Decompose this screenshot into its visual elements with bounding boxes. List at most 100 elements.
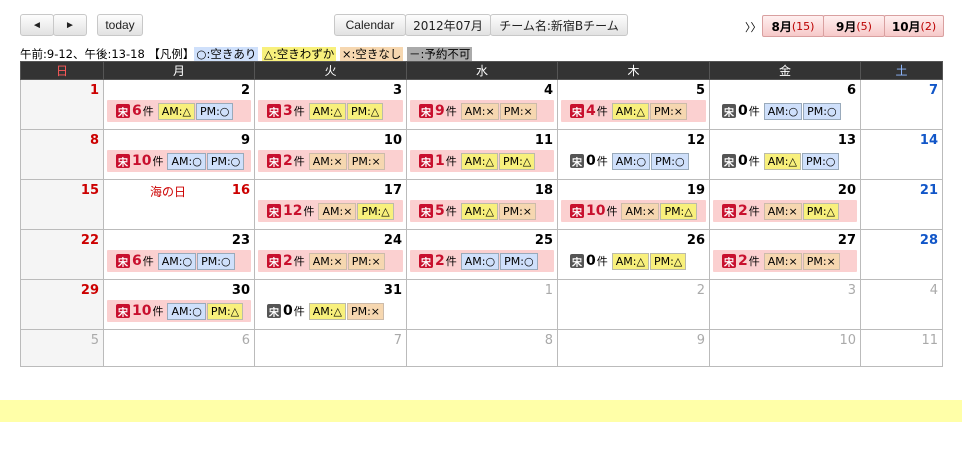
day-cell[interactable]: 31 宋 0 件 AM:△ PM:× (254, 279, 407, 330)
month-button-oct[interactable]: 10月 (2) (884, 15, 944, 37)
reservation-entry[interactable]: 宋 0 件 AM:△ PM:× (258, 300, 403, 322)
pm-status: PM:○ (197, 252, 235, 270)
reservation-icon: 宋 (267, 204, 281, 219)
day-cell[interactable]: 29 (20, 279, 104, 330)
day-cell[interactable]: 1 (20, 79, 104, 130)
pm-status: PM:× (346, 302, 385, 320)
day-cell[interactable]: 4 (860, 279, 943, 330)
pm-label: PM: (502, 204, 523, 218)
reservation-entry[interactable]: 宋 10 件 AM:× PM:△ (561, 200, 706, 222)
count-unit: 件 (293, 105, 305, 118)
day-cell[interactable]: 15 (20, 179, 104, 230)
day-cell[interactable]: 30 宋 10 件 AM:○ PM:△ (103, 279, 255, 330)
day-number: 6 (846, 83, 856, 98)
month-button-aug[interactable]: 8月 (15) (762, 15, 824, 37)
day-number: 10 (839, 333, 856, 348)
prev-month-button[interactable]: ◄ (20, 14, 54, 36)
day-cell[interactable]: 8 (20, 129, 104, 180)
day-cell[interactable]: 7 (860, 79, 943, 130)
day-cell[interactable]: 5 宋 4 件 AM:△ PM:× (557, 79, 710, 130)
reservation-entry[interactable]: 宋 5 件 AM:△ PM:× (410, 200, 554, 222)
reservation-entry[interactable]: 宋 4 件 AM:△ PM:× (561, 100, 706, 122)
am-status: AM:△ (460, 202, 498, 220)
day-cell[interactable]: 28 (860, 229, 943, 280)
pm-label: PM: (210, 154, 231, 168)
reservation-entry[interactable]: 宋 2 件 AM:× PM:△ (713, 200, 857, 222)
day-cell[interactable]: 18 宋 5 件 AM:△ PM:× (406, 179, 558, 230)
day-cell[interactable]: 6 (103, 329, 255, 367)
reservation-entry[interactable]: 宋 9 件 AM:× PM:× (410, 100, 554, 122)
day-cell[interactable]: 22 (20, 229, 104, 280)
reservation-entry[interactable]: 宋 2 件 AM:○ PM:○ (410, 250, 554, 272)
reservation-entry[interactable]: 宋 2 件 AM:× PM:× (258, 250, 403, 272)
day-cell[interactable]: 10 宋 2 件 AM:× PM:× (254, 129, 407, 180)
day-cell[interactable]: 26 宋 0 件 AM:△ PM:△ (557, 229, 710, 280)
reservation-entry[interactable]: 宋 10 件 AM:○ PM:○ (107, 150, 251, 172)
am-status: AM:△ (611, 252, 649, 270)
weekday-header: 火 (254, 61, 407, 80)
reservation-count: 0 (586, 153, 596, 169)
reservation-entry[interactable]: 宋 3 件 AM:△ PM:△ (258, 100, 403, 122)
day-cell[interactable]: 13 宋 0 件 AM:△ PM:○ (709, 129, 861, 180)
reservation-icon: 宋 (722, 204, 736, 219)
day-cell[interactable]: 11 宋 1 件 AM:△ PM:△ (406, 129, 558, 180)
reservation-entry[interactable]: 宋 1 件 AM:△ PM:△ (410, 150, 554, 172)
reservation-icon: 宋 (570, 154, 584, 169)
day-cell[interactable]: 3 宋 3 件 AM:△ PM:△ (254, 79, 407, 130)
am-label: AM: (322, 204, 344, 218)
day-cell[interactable]: 5 (20, 329, 104, 367)
reservation-entry[interactable]: 宋 0 件 AM:○ PM:○ (561, 150, 706, 172)
reservation-count: 12 (283, 203, 303, 219)
reservation-entry[interactable]: 宋 6 件 AM:○ PM:○ (107, 250, 251, 272)
day-cell[interactable]: 11 (860, 329, 943, 367)
reservation-icon: 宋 (267, 154, 281, 169)
reservation-entry[interactable]: 宋 6 件 AM:△ PM:○ (107, 100, 251, 122)
reservation-entry[interactable]: 宋 12 件 AM:× PM:△ (258, 200, 403, 222)
pm-value: △ (522, 154, 532, 168)
day-cell[interactable]: 14 (860, 129, 943, 180)
am-status: AM:○ (460, 252, 500, 270)
pm-status: PM:○ (803, 102, 841, 120)
day-cell[interactable]: 9 宋 10 件 AM:○ PM:○ (103, 129, 255, 180)
legend-none: ×:空きなし (339, 47, 404, 61)
day-cell[interactable]: 9 (557, 329, 710, 367)
week-row: 15 16 海の日 17 宋 12 件 AM:× PM:△ 18 宋 5 件 AM:△ PM:× 19 宋 10 件… (20, 179, 943, 230)
day-cell[interactable]: 7 (254, 329, 407, 367)
day-cell[interactable]: 17 宋 12 件 AM:× PM:△ (254, 179, 407, 230)
day-cell[interactable]: 6 宋 0 件 AM:○ PM:○ (709, 79, 861, 130)
day-cell[interactable]: 21 (860, 179, 943, 230)
day-cell[interactable]: 20 宋 2 件 AM:× PM:△ (709, 179, 861, 230)
next-month-button[interactable]: ► (53, 14, 87, 36)
day-cell[interactable]: 10 (709, 329, 861, 367)
reservation-entry[interactable]: 宋 10 件 AM:○ PM:△ (107, 300, 251, 322)
day-cell[interactable]: 27 宋 2 件 AM:× PM:× (709, 229, 861, 280)
day-cell[interactable]: 8 (406, 329, 558, 367)
month-button-sep[interactable]: 9月 (5) (823, 15, 885, 37)
am-value: △ (636, 104, 645, 118)
reservation-entry[interactable]: 宋 2 件 AM:× PM:× (258, 150, 403, 172)
day-cell[interactable]: 24 宋 2 件 AM:× PM:× (254, 229, 407, 280)
day-cell[interactable]: 19 宋 10 件 AM:× PM:△ (557, 179, 710, 230)
day-cell[interactable]: 3 (709, 279, 861, 330)
reservation-icon: 宋 (722, 154, 736, 169)
day-cell[interactable]: 16 海の日 (103, 179, 255, 230)
reservation-entry[interactable]: 宋 2 件 AM:× PM:× (713, 250, 857, 272)
day-cell[interactable]: 12 宋 0 件 AM:○ PM:○ (557, 129, 710, 180)
day-cell[interactable]: 2 (557, 279, 710, 330)
today-button[interactable]: today (97, 14, 143, 36)
day-cell[interactable]: 25 宋 2 件 AM:○ PM:○ (406, 229, 558, 280)
day-cell[interactable]: 4 宋 9 件 AM:× PM:× (406, 79, 558, 130)
am-value: ○ (788, 104, 799, 118)
reservation-entry[interactable]: 宋 0 件 AM:△ PM:△ (561, 250, 706, 272)
count-unit: 件 (596, 105, 608, 118)
am-label: AM: (464, 104, 486, 118)
reservation-entry[interactable]: 宋 0 件 AM:○ PM:○ (713, 100, 857, 122)
reservation-icon: 宋 (722, 254, 736, 269)
reservation-icon: 宋 (116, 254, 130, 269)
count-unit: 件 (748, 255, 760, 268)
day-cell[interactable]: 1 (406, 279, 558, 330)
reservation-entry[interactable]: 宋 0 件 AM:△ PM:○ (713, 150, 857, 172)
calendar-button[interactable]: Calendar (334, 14, 406, 36)
day-cell[interactable]: 2 宋 6 件 AM:△ PM:○ (103, 79, 255, 130)
day-cell[interactable]: 23 宋 6 件 AM:○ PM:○ (103, 229, 255, 280)
